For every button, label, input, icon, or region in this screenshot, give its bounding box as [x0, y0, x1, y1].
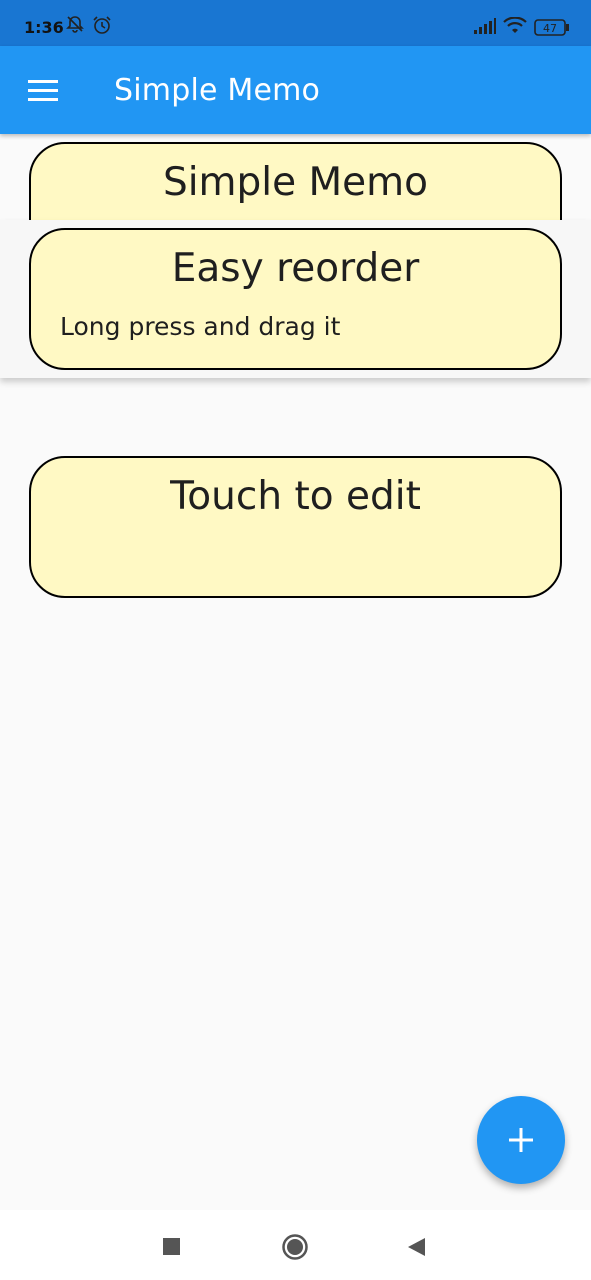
add-icon [509, 1128, 533, 1152]
mute-bell-icon [66, 15, 84, 37]
memo-title: Touch to edit [170, 474, 421, 519]
recents-square-icon [163, 1238, 180, 1255]
add-memo-button[interactable] [477, 1096, 565, 1184]
status-bar: 1:36 47 [0, 0, 591, 46]
app-title: Simple Memo [114, 73, 321, 108]
back-triangle-icon [408, 1238, 425, 1256]
recents-button[interactable] [155, 1230, 189, 1264]
alarm-icon [92, 15, 112, 39]
home-button[interactable] [278, 1230, 312, 1264]
battery-icon: 47 [534, 19, 570, 41]
memo-card[interactable]: Easy reorder Long press and drag it [29, 228, 562, 370]
dragging-item[interactable]: Easy reorder Long press and drag it [0, 220, 591, 378]
hamburger-menu-icon [28, 80, 58, 101]
back-button[interactable] [400, 1230, 434, 1264]
battery-level: 47 [543, 22, 557, 35]
menu-button[interactable] [20, 70, 68, 112]
navigation-bar [0, 1210, 591, 1280]
memo-title: Easy reorder [171, 246, 420, 291]
signal-icon [474, 18, 496, 38]
memo-title: Simple Memo [162, 160, 429, 205]
home-circle-icon [282, 1234, 308, 1260]
wifi-icon [503, 16, 527, 39]
app-bar: Simple Memo [0, 46, 591, 134]
memo-body: Long press and drag it [60, 312, 341, 341]
status-time: 1:36 [24, 18, 64, 37]
memo-card[interactable]: Touch to edit [29, 456, 562, 598]
